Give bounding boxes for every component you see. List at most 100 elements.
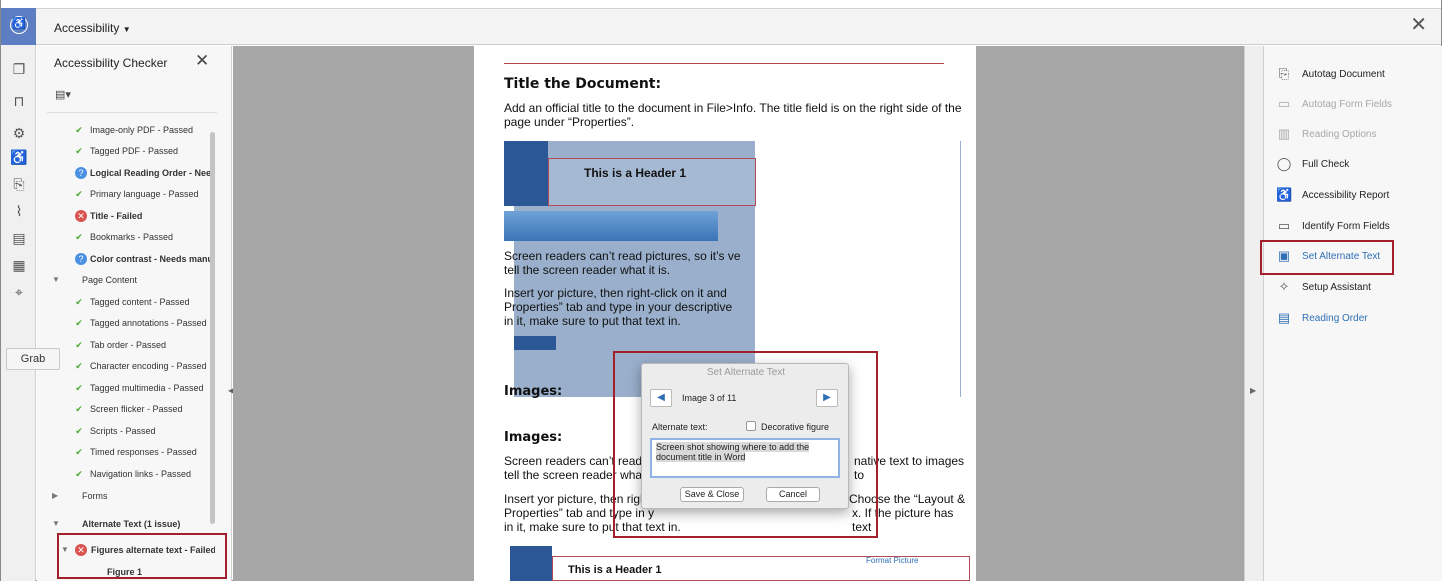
full-check-button[interactable]: ◯ Full Check [1276,154,1436,176]
content-icon[interactable]: ▦ [10,256,28,274]
identify-form-fields-button[interactable]: ▭ Identify Form Fields [1276,216,1436,238]
tool-label: Full Check [1302,159,1350,170]
tree-row[interactable]: ?Logical Reading Order - Needs manual ch… [37,163,215,183]
question-icon: ? [75,253,87,265]
grab-tooltip: Grab [6,348,60,370]
paragraph: Screen readers can’t read pictures, so i… [504,249,741,263]
tools-pane: ⎘ Autotag Document ▭ Autotag Form Fields ▥… [1263,46,1442,581]
accessibility-tool-icon[interactable]: ♿ [1,8,36,45]
embedded-screenshot-sidebar [510,546,552,581]
accessibility-checker-icon[interactable]: ♿ [10,148,28,166]
check-icon: ✔ [75,383,83,393]
tree-row[interactable]: ✕ Title - Failed [37,206,215,226]
tree-row[interactable]: ✔ Bookmarks - Passed [37,227,215,247]
embedded-header-text: This is a Header 1 [584,166,687,180]
highlight-box [1260,240,1394,275]
expand-arrow-icon[interactable]: ▼ [52,519,60,528]
reading-options-button[interactable]: ▥ Reading Options [1276,124,1436,146]
row-label: Character encoding - Passed [90,361,207,371]
row-label: Tagged content - Passed [90,297,190,307]
app-window: ♿ ❐ ⊓ ⚙ ♿ ⎘ ⌇ ▤ ▦ ⌖ Grab Accessibility ▼… [0,0,1442,581]
tree-row[interactable]: ✔ Image-only PDF - Passed [37,120,215,140]
divider [47,112,217,113]
format-picture-label: Format Picture [866,556,919,565]
tree-row[interactable]: ?Color contrast - Needs manual check [37,249,215,269]
reading-order-icon: ▤ [1277,310,1291,325]
close-panel-button[interactable]: ✕ [195,51,209,71]
expand-arrow-icon[interactable]: ▶ [52,491,58,500]
document-icon[interactable]: ▤ [10,229,28,247]
row-label: Page Content [82,275,138,285]
check-icon: ✔ [75,361,83,371]
paragraph: Add an official title to the document in… [504,101,962,129]
close-tool-button[interactable]: ✕ [1410,15,1427,35]
check-icon: ✔ [75,125,83,135]
tag-icon[interactable]: ⌖ [10,283,28,301]
tree-group-row[interactable]: ▼ Alternate Text (1 issue) [37,514,215,534]
check-icon: ✔ [75,404,83,414]
check-icon: ✔ [75,232,83,242]
tree-row[interactable]: ✔ Scripts - Passed [37,421,215,441]
paragraph: in it, make sure to put that text in. [504,314,681,328]
reading-options-icon: ▥ [1277,126,1291,141]
tool-title-dropdown[interactable]: Accessibility ▼ [54,21,131,35]
reading-order-button[interactable]: ▤ Reading Order [1276,308,1436,330]
expand-panel-icon[interactable]: ▶ [1250,386,1256,395]
row-label: Tagged multimedia - Passed [90,383,204,393]
row-label: Screen flicker - Passed [90,404,183,414]
highlight-box [57,533,227,579]
form-fields-icon: ▭ [1277,96,1291,111]
tree-group-row[interactable]: ▼ Page Content [37,270,215,290]
failed-icon: ✕ [75,210,87,222]
check-circle-icon: ◯ [1276,156,1292,171]
left-rail: ♿ ❐ ⊓ ⚙ ♿ ⎘ ⌇ ▤ ▦ ⌖ [1,8,36,581]
check-icon: ✔ [75,318,83,328]
accessibility-report-button[interactable]: ♿ Accessibility Report [1276,185,1436,207]
tree-row[interactable]: ✔ Tagged content - Passed [37,292,215,312]
row-label: Scripts - Passed [90,426,156,436]
setup-assistant-button[interactable]: ✧ Setup Assistant [1276,277,1436,299]
autotag-form-fields-button[interactable]: ▭ Autotag Form Fields [1276,94,1436,116]
attachment-icon[interactable]: ⌇ [10,202,28,220]
heading-images: Images: [504,384,563,399]
check-icon: ✔ [75,469,83,479]
tree-row[interactable]: ✔ Timed responses - Passed [37,442,215,462]
accessibility-icon[interactable]: ⚙ [10,124,28,142]
tree-row[interactable]: ✔ Character encoding - Passed [37,356,215,376]
tree-group-row[interactable]: ▶ Forms [37,486,215,506]
panel-scrollbar[interactable] [210,132,215,524]
autotag-document-button[interactable]: ⎘ Autotag Document [1276,64,1436,86]
question-icon: ? [75,167,87,179]
tree-row[interactable]: ✔ Tagged annotations - Passed [37,313,215,333]
row-label: Timed responses - Passed [90,447,197,457]
embedded-screenshot-image [504,211,718,241]
tree-row[interactable]: ✔ Primary language - Passed [37,184,215,204]
tool-label: Autotag Form Fields [1302,99,1393,110]
tree-row[interactable]: ✔ Tagged PDF - Passed [37,141,215,161]
row-label: Title - Failed [90,211,143,221]
heading-title: Title the Document: [504,76,662,92]
tree-row[interactable]: ✔ Navigation links - Passed [37,464,215,484]
bookmark-icon[interactable]: ⊓ [10,92,28,110]
check-icon: ✔ [75,426,83,436]
tags-icon[interactable]: ⎘ [10,175,28,193]
tool-label: Reading Options [1302,129,1377,140]
tool-label: Setup Assistant [1302,282,1371,293]
expand-arrow-icon[interactable]: ▼ [52,275,60,284]
embedded-header-text: This is a Header 1 [568,564,662,576]
tree-row[interactable]: ✔ Tab order - Passed [37,335,215,355]
check-icon: ✔ [75,297,83,307]
embedded-screenshot-sidebar [504,141,548,206]
tree-row[interactable]: ✔ Tagged multimedia - Passed [37,378,215,398]
highlight-box [613,351,878,538]
check-icon: ✔ [75,146,83,156]
pages-icon[interactable]: ❐ [10,60,28,78]
divider [504,63,944,64]
tool-label: Reading Order [1302,313,1368,324]
options-menu-icon[interactable]: ▤▾ [55,88,77,102]
tree-row[interactable]: ✔ Screen flicker - Passed [37,399,215,419]
paragraph: tell the screen reader what it is. [504,263,671,277]
wand-icon: ✧ [1278,279,1290,294]
row-label: Alternate Text (1 issue) [82,519,181,529]
accessibility-checker-panel: Accessibility Checker ✕ ▤▾ ✔ Image-only P… [37,46,232,581]
